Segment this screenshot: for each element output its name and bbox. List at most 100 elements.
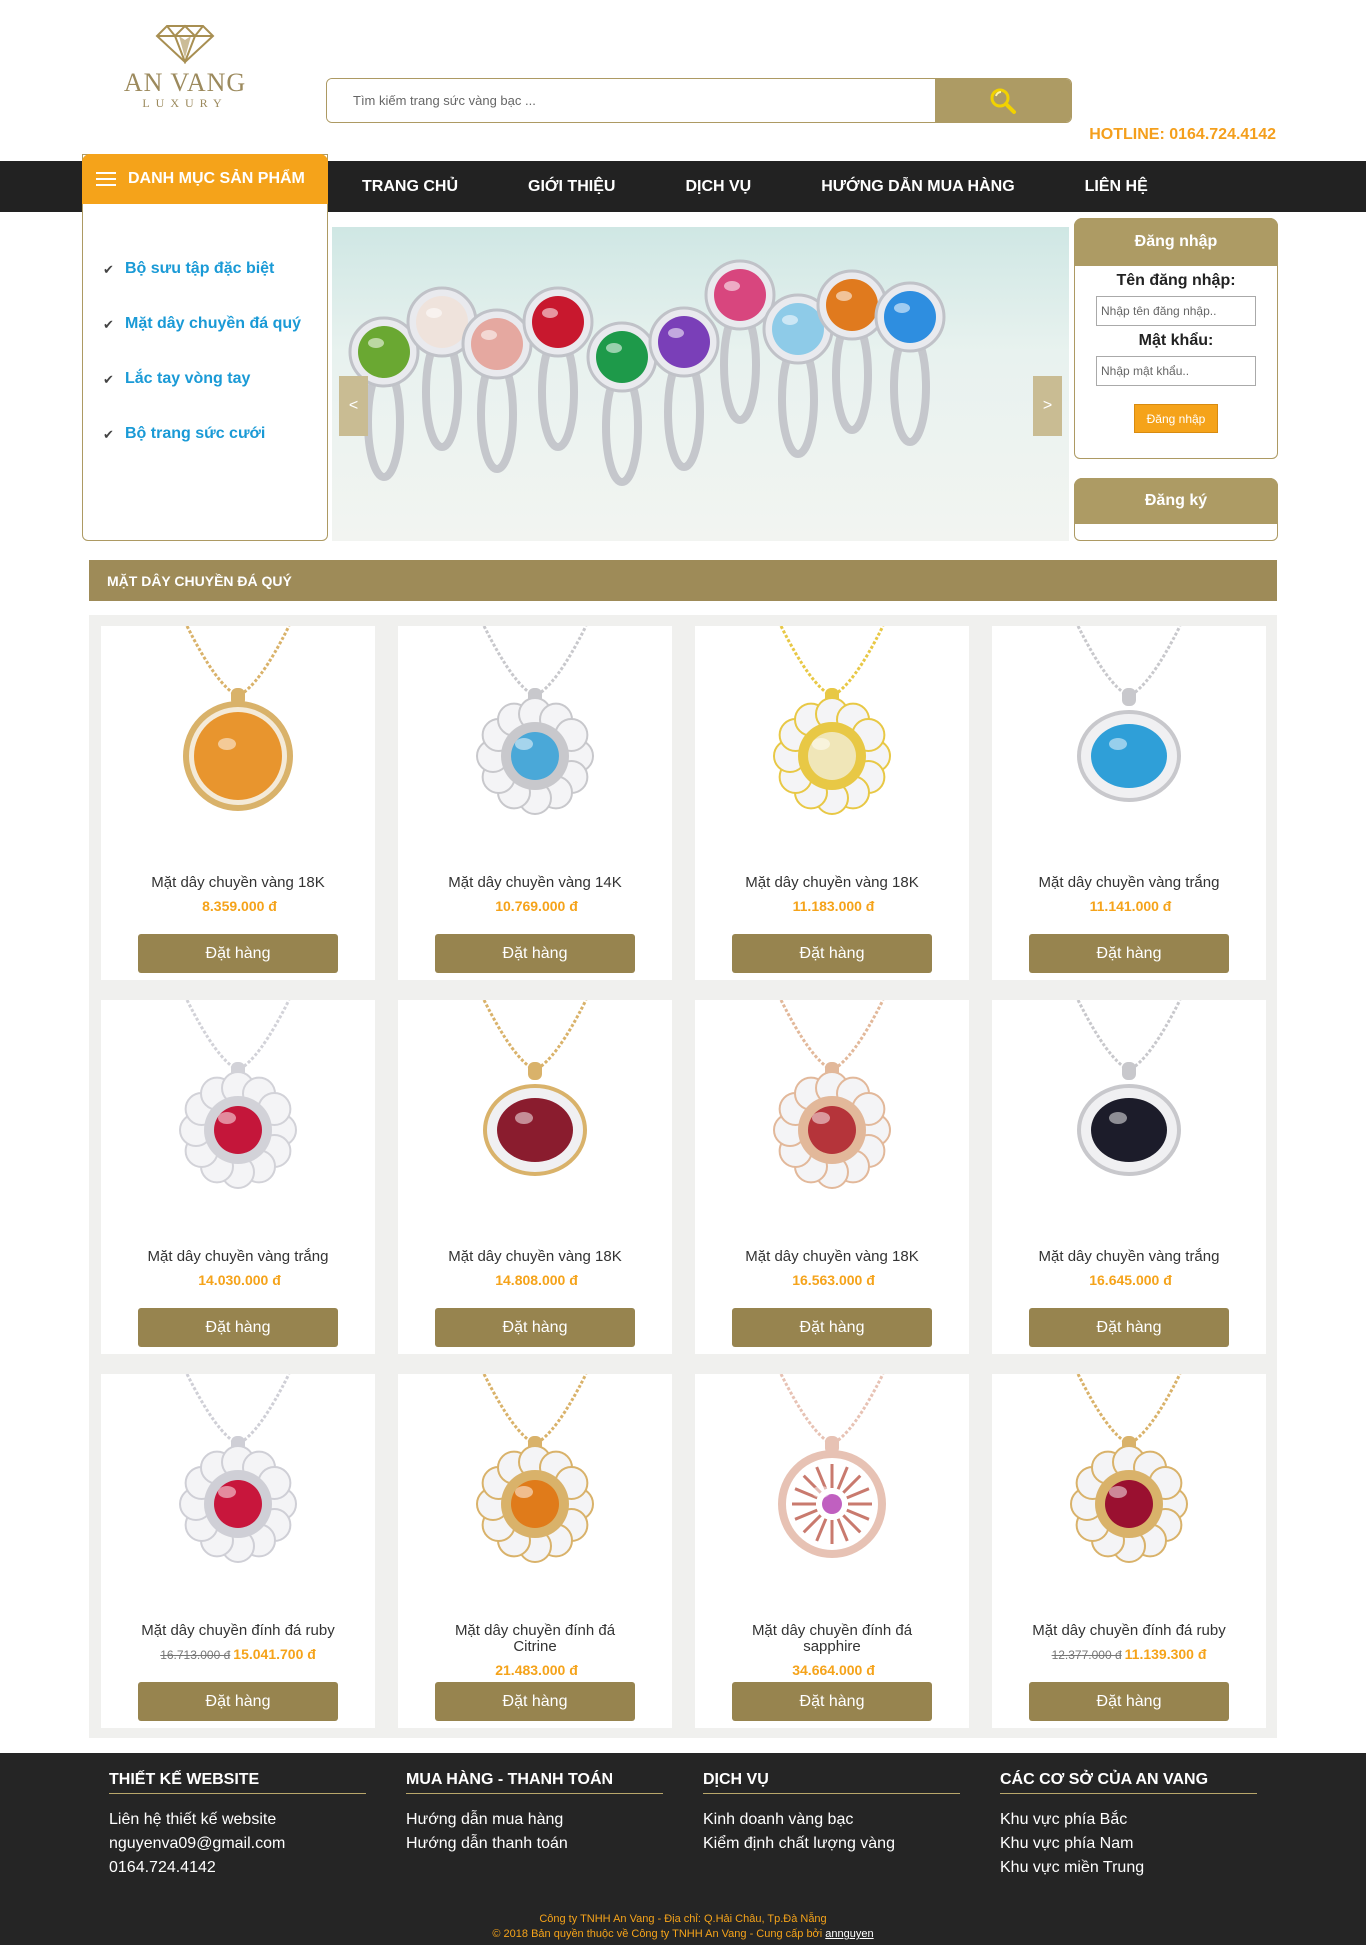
product-card[interactable]: Mặt dây chuyền đính đá ruby 16.713.000 đ1… (101, 1374, 375, 1728)
footer-link-north[interactable]: Khu vực phía Bắc (1000, 1811, 1127, 1828)
product-price: 10.769.000 đ (398, 898, 672, 914)
category-link-wedding-sets[interactable]: Bộ trang sức cưới (125, 425, 265, 443)
category-link-gem-pendants[interactable]: Mặt dây chuyền đá quý (125, 315, 301, 333)
product-card[interactable]: Mặt dây chuyền vàng 14K 10.769.000 đ Đặt h… (398, 626, 672, 980)
footer-heading: DỊCH VỤ (703, 1771, 960, 1794)
category-link-bracelets[interactable]: Lắc tay vòng tay (125, 370, 250, 388)
order-button[interactable]: Đặt hàng (1029, 1682, 1229, 1721)
order-button[interactable]: Đặt hàng (732, 1308, 932, 1347)
nav-buying-guide[interactable]: HƯỚNG DẪN MUA HÀNG (821, 178, 1014, 196)
product-image[interactable] (424, 1000, 646, 1210)
product-image[interactable] (1018, 1374, 1240, 1584)
footer-column-services: DỊCH VỤ Kinh doanh vàng bạc Kiểm định ch… (703, 1771, 960, 1856)
register-button[interactable]: Đăng ký (1074, 478, 1278, 524)
product-price: 14.808.000 đ (398, 1272, 672, 1288)
search-bar (326, 78, 1072, 123)
product-card[interactable]: Mặt dây chuyền vàng trắng 14.030.000 đ Đặt… (101, 1000, 375, 1354)
nav-about[interactable]: GIỚI THIỆU (528, 178, 615, 196)
product-image[interactable] (424, 626, 646, 836)
product-image[interactable] (127, 1000, 349, 1210)
footer-column-payment: MUA HÀNG - THANH TOÁN Hướng dẫn mua hàng… (406, 1771, 663, 1856)
category-link-special-collection[interactable]: Bộ sưu tập đặc biệt (125, 260, 274, 278)
product-image[interactable] (1018, 626, 1240, 836)
check-icon: ✔ (103, 372, 114, 387)
product-name[interactable]: Mặt dây chuyền vàng trắng (992, 875, 1266, 891)
product-name[interactable]: Mặt dây chuyền vàng 18K (101, 875, 375, 891)
product-card[interactable]: Mặt dây chuyền vàng 18K 11.183.000 đ Đặt h… (695, 626, 969, 980)
product-card[interactable]: Mặt dây chuyền vàng 18K 14.808.000 đ Đặt h… (398, 1000, 672, 1354)
slider-prev-button[interactable]: < (339, 376, 368, 436)
product-image[interactable] (127, 626, 349, 836)
product-card[interactable]: Mặt dây chuyền vàng trắng 16.645.000 đ Đặt… (992, 1000, 1266, 1354)
product-card[interactable]: Mặt dây chuyền vàng 18K 8.359.000 đ Đặt hà… (101, 626, 375, 980)
product-name[interactable]: Mặt dây chuyền vàng trắng (992, 1249, 1266, 1265)
footer-email[interactable]: nguyenva09@gmail.com (109, 1835, 285, 1852)
order-button[interactable]: Đặt hàng (732, 934, 932, 973)
product-name[interactable]: Mặt dây chuyền đính đá Citrine (435, 1623, 635, 1655)
nav-services[interactable]: DỊCH VỤ (685, 178, 751, 196)
footer-link-payment-guide[interactable]: Hướng dẫn thanh toán (406, 1835, 568, 1852)
search-icon (990, 88, 1016, 114)
search-input[interactable] (327, 79, 935, 122)
product-image[interactable] (424, 1374, 646, 1584)
diamond-logo-icon (155, 24, 215, 64)
footer-address: Công ty TNHH An Vang - Địa chỉ: Q.Hải Ch… (539, 1913, 827, 1925)
product-price-value: 16.563.000 đ (792, 1272, 875, 1288)
password-label: Mật khẩu: (1138, 332, 1214, 349)
order-button[interactable]: Đặt hàng (138, 1308, 338, 1347)
category-sidebar: DANH MỤC SẢN PHẨM ✔ Bộ sưu tập đặc biệt ✔… (82, 154, 328, 541)
product-price: 14.030.000 đ (101, 1272, 375, 1288)
password-input[interactable] (1096, 356, 1256, 386)
footer-link-gold-inspection[interactable]: Kiểm định chất lượng vàng (703, 1835, 895, 1852)
product-name[interactable]: Mặt dây chuyền vàng 14K (398, 875, 672, 891)
product-name[interactable]: Mặt dây chuyền vàng 18K (695, 875, 969, 891)
login-button[interactable]: Đăng nhập (1134, 404, 1218, 433)
footer-link-gold-trading[interactable]: Kinh doanh vàng bạc (703, 1811, 853, 1828)
product-name[interactable]: Mặt dây chuyền đính đá sapphire (732, 1623, 932, 1655)
product-image[interactable] (721, 1000, 943, 1210)
product-price: 16.645.000 đ (992, 1272, 1266, 1288)
nav-home[interactable]: TRANG CHỦ (362, 178, 458, 196)
product-price-value: 11.183.000 đ (792, 898, 875, 914)
order-button[interactable]: Đặt hàng (138, 934, 338, 973)
order-button[interactable]: Đặt hàng (435, 934, 635, 973)
product-price: 34.664.000 đ (695, 1662, 969, 1678)
product-image[interactable] (721, 626, 943, 836)
product-name[interactable]: Mặt dây chuyền vàng 18K (398, 1249, 672, 1265)
product-price-value: 21.483.000 đ (495, 1662, 578, 1678)
order-button[interactable]: Đặt hàng (1029, 1308, 1229, 1347)
product-name[interactable]: Mặt dây chuyền vàng 18K (695, 1249, 969, 1265)
hotline: HOTLINE: 0164.724.4142 (1089, 126, 1276, 143)
product-card[interactable]: Mặt dây chuyền đính đá sapphire 34.664.00… (695, 1374, 969, 1728)
product-name[interactable]: Mặt dây chuyền đính đá ruby (992, 1623, 1266, 1639)
product-name[interactable]: Mặt dây chuyền vàng trắng (101, 1249, 375, 1265)
order-button[interactable]: Đặt hàng (138, 1682, 338, 1721)
footer-link-south[interactable]: Khu vực phía Nam (1000, 1835, 1133, 1852)
product-image[interactable] (1018, 1000, 1240, 1210)
footer-link-central[interactable]: Khu vực miền Trung (1000, 1859, 1144, 1876)
product-image[interactable] (721, 1374, 943, 1584)
product-card[interactable]: Mặt dây chuyền đính đá ruby 12.377.000 đ1… (992, 1374, 1266, 1728)
order-button[interactable]: Đặt hàng (435, 1308, 635, 1347)
slider-next-button[interactable]: > (1033, 376, 1062, 436)
footer-author-link[interactable]: annguyen (825, 1928, 873, 1940)
product-card[interactable]: Mặt dây chuyền đính đá Citrine 21.483.000… (398, 1374, 672, 1728)
product-price-value: 8.359.000 đ (202, 898, 277, 914)
product-name[interactable]: Mặt dây chuyền đính đá ruby (101, 1623, 375, 1639)
order-button[interactable]: Đặt hàng (1029, 934, 1229, 973)
product-price-value: 11.139.300 đ (1124, 1646, 1207, 1662)
nav-contact[interactable]: LIÊN HỆ (1085, 178, 1148, 196)
product-image[interactable] (127, 1374, 349, 1584)
order-button[interactable]: Đặt hàng (435, 1682, 635, 1721)
username-input[interactable] (1096, 296, 1256, 326)
site-logo[interactable]: AN VANG LUXURY (110, 20, 260, 125)
footer-link-buying-guide[interactable]: Hướng dẫn mua hàng (406, 1811, 563, 1828)
product-card[interactable]: Mặt dây chuyền vàng 18K 16.563.000 đ Đặt h… (695, 1000, 969, 1354)
category-header[interactable]: DANH MỤC SẢN PHẨM (82, 154, 328, 204)
footer-copyright-text: © 2018 Bản quyền thuộc về Công ty TNHH A… (492, 1928, 823, 1940)
product-old-price: 12.377.000 đ (1051, 1648, 1122, 1662)
product-card[interactable]: Mặt dây chuyền vàng trắng 11.141.000 đ Đặt… (992, 626, 1266, 980)
search-button[interactable] (935, 79, 1071, 122)
order-button[interactable]: Đặt hàng (732, 1682, 932, 1721)
footer-link-contact-design[interactable]: Liên hệ thiết kế website (109, 1811, 276, 1828)
